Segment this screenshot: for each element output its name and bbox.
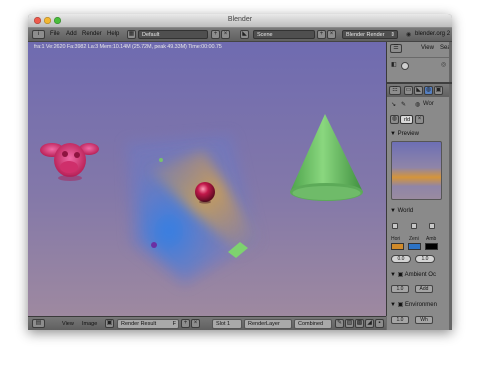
editor-type-icon[interactable]: ☰ [390, 44, 402, 53]
chevron-down-icon: ⇕ [390, 32, 395, 38]
world-preview [391, 141, 442, 200]
menu-help[interactable]: Help [107, 31, 119, 37]
breadcrumb-icon: ↘ [391, 102, 397, 108]
horizon-color-swatch[interactable] [391, 243, 404, 250]
info-header: i File Add Render Help ▦ Default + × ◣ S… [28, 28, 452, 42]
blender-logo-icon: ◉ [406, 32, 412, 38]
render-icon[interactable]: ✎ [335, 319, 344, 328]
image-name-label: Render Result [121, 321, 157, 327]
alpha-icon[interactable]: ▨ [345, 319, 354, 328]
channels-icon[interactable]: ▩ [355, 319, 364, 328]
window-title: Blender [227, 16, 253, 23]
pin-icon[interactable]: ◢ [365, 319, 374, 328]
preview-panel-header[interactable]: ▼ Preview [390, 131, 419, 137]
fake-user-label: F [172, 321, 176, 327]
remove-icon[interactable]: × [191, 319, 200, 328]
zenith-color-swatch[interactable] [408, 243, 421, 250]
menu-image[interactable]: Image [82, 321, 97, 327]
zenith-label: Zeni [409, 236, 419, 242]
horizon-label: Hori [391, 236, 401, 242]
environment-label: Environmen [404, 302, 437, 308]
blend-sky-checkbox[interactable] [411, 223, 417, 229]
add-icon[interactable]: + [211, 30, 220, 39]
world-label: World [397, 208, 414, 214]
menu-add[interactable]: Add [66, 31, 77, 37]
world-tab-label[interactable]: Wor [423, 101, 434, 107]
remove-icon[interactable]: × [221, 30, 230, 39]
properties-editor[interactable]: ☷ ▭ ◣ ◍ ▣ ↘ ✎ ◍ Wor ◍ rld × ▼ Preview ▼ … [387, 84, 452, 330]
range-field[interactable]: 1.0 [415, 255, 435, 263]
editor-type-icon[interactable]: i [32, 30, 45, 39]
properties-header: ☷ ▭ ◣ ◍ ▣ [387, 84, 452, 97]
render-icon[interactable]: ▭ [404, 86, 413, 95]
outliner-scrollbar[interactable] [449, 42, 452, 82]
env-energy-field[interactable]: 1.0 [391, 316, 409, 324]
preview-label: Preview [397, 131, 419, 137]
cone-object [290, 114, 363, 201]
menu-view[interactable]: View [62, 321, 74, 327]
env-color-select[interactable]: Wh [415, 316, 433, 324]
cube-object [126, 134, 258, 286]
render-pass-select[interactable]: Combined [294, 319, 332, 329]
properties-scrollbar[interactable] [449, 84, 452, 330]
remove-icon[interactable]: × [415, 115, 424, 124]
image-icon[interactable]: ▣ [105, 319, 114, 328]
render-layer-select[interactable]: RenderLayer [244, 319, 292, 329]
scene-icon: ✎ [401, 102, 407, 108]
render-engine-label: Blender Render [346, 32, 385, 38]
add-icon[interactable]: + [181, 319, 190, 328]
version-link[interactable]: blender.org 2 [415, 31, 450, 37]
paper-sky-checkbox[interactable] [392, 223, 398, 229]
exposure-field[interactable]: 0.0 [391, 255, 411, 263]
image-name-field[interactable]: Render Result F [117, 319, 179, 329]
ao-mode-select[interactable]: Add [415, 285, 433, 293]
lock-icon[interactable]: ▪ [375, 319, 384, 328]
world-panel-header[interactable]: ▼ World [390, 208, 413, 214]
ambient-occlusion-header[interactable]: ▼ ▣ Ambient Oc [390, 271, 436, 278]
ambient-occlusion-label: Ambient Oc [404, 272, 436, 278]
render-viewport[interactable]: fra:1 Ve:2620 Fa:3982 La:3 Mem:10.14M (2… [28, 42, 387, 316]
remove-icon[interactable]: × [327, 30, 336, 39]
monkey-object [40, 143, 99, 181]
add-icon[interactable]: + [317, 30, 326, 39]
object-icon[interactable]: ▣ [434, 86, 443, 95]
real-sky-checkbox[interactable] [429, 223, 435, 229]
right-panels: ☰ View Sea ◧ ◎ ☷ ▭ ◣ ◍ ▣ ↘ ✎ ◍ Wor ◍ rld… [387, 42, 452, 330]
render-engine-select[interactable]: Blender Render ⇕ [342, 30, 398, 39]
divider [390, 57, 449, 58]
menu-file[interactable]: File [50, 31, 60, 37]
render-layer-icon[interactable] [401, 62, 409, 70]
environment-lighting-header[interactable]: ▼ ▣ Environmen [390, 301, 437, 308]
scene-field[interactable]: Scene [253, 30, 315, 39]
render-stats: fra:1 Ve:2620 Fa:3982 La:3 Mem:10.14M (2… [34, 44, 222, 50]
blender-window: Blender i File Add Render Help ▦ Default… [28, 14, 452, 330]
world-icon: ◍ [415, 102, 421, 108]
screen-layout-icon[interactable]: ▦ [127, 30, 136, 39]
slot-select[interactable]: Slot 1 [212, 319, 242, 329]
menu-render[interactable]: Render [82, 31, 102, 37]
render-image [40, 114, 363, 286]
filter-icon[interactable]: ◎ [441, 61, 446, 68]
outliner-view-menu[interactable]: View [421, 45, 434, 51]
scene-icon[interactable]: ◣ [240, 30, 249, 39]
title-bar: Blender [28, 14, 452, 28]
ambient-color-swatch[interactable] [425, 243, 438, 250]
screen-layout-field[interactable]: Default [138, 30, 208, 39]
world-icon[interactable]: ◍ [390, 115, 399, 124]
editor-type-icon[interactable]: ▤ [32, 319, 45, 328]
editor-type-icon[interactable]: ☷ [389, 86, 401, 95]
image-editor-header: ▤ View Image ▣ Render Result F + × Slot … [28, 316, 386, 330]
scene-tree-icon[interactable]: ◧ [391, 61, 397, 68]
world-icon[interactable]: ◍ [424, 86, 433, 95]
ao-factor-field[interactable]: 1.0 [391, 285, 409, 293]
outliner[interactable]: ☰ View Sea ◧ ◎ [387, 42, 452, 84]
world-name-field[interactable]: rld [400, 115, 413, 124]
scene-icon[interactable]: ◣ [414, 86, 423, 95]
ambient-label: Amb [426, 236, 437, 242]
